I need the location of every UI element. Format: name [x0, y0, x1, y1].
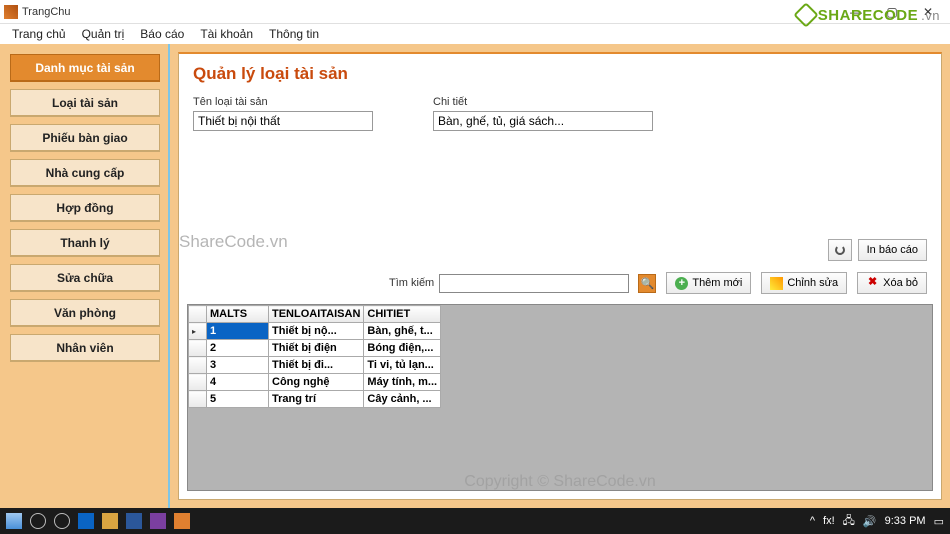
app-taskbar-icon[interactable] — [174, 513, 190, 529]
table-row[interactable]: 1 Thiết bị nộ... Bàn, ghế, t... — [189, 323, 441, 340]
ten-loai-input[interactable] — [193, 111, 373, 131]
edge-icon[interactable] — [78, 513, 94, 529]
col-tenloai[interactable]: TENLOAITAISAN — [269, 306, 364, 323]
sidebar-item-nhan-vien[interactable]: Nhân viên — [10, 334, 160, 362]
menu-report[interactable]: Báo cáo — [134, 26, 190, 42]
sidebar-item-thanh-ly[interactable]: Thanh lý — [10, 229, 160, 257]
col-malts[interactable]: MALTS — [207, 306, 269, 323]
plus-icon: + — [675, 277, 688, 290]
row-indicator — [189, 323, 207, 340]
explorer-icon[interactable] — [102, 513, 118, 529]
cortana-icon[interactable] — [30, 513, 46, 529]
window-title: TrangChu — [22, 6, 838, 18]
menu-account[interactable]: Tài khoản — [194, 26, 259, 42]
table-row[interactable]: 4 Công nghệ Máy tính, m... — [189, 374, 441, 391]
ten-loai-label: Tên loại tài sản — [193, 96, 373, 108]
menu-home[interactable]: Trang chủ — [6, 26, 72, 42]
tray-volume-icon[interactable]: 🔊 — [863, 515, 877, 528]
menu-info[interactable]: Thông tin — [263, 26, 325, 42]
edit-button[interactable]: Chỉnh sửa — [761, 272, 847, 294]
word-icon[interactable] — [126, 513, 142, 529]
sidebar-item-sua-chua[interactable]: Sửa chữa — [10, 264, 160, 292]
col-chitiet[interactable]: CHITIET — [364, 306, 441, 323]
menu-admin[interactable]: Quản trị — [76, 26, 131, 42]
app-icon — [4, 5, 18, 19]
start-button[interactable] — [6, 513, 22, 529]
taskbar[interactable]: ^ fx! 🖧 🔊 9:33 PM ▭ — [0, 508, 950, 534]
table-row[interactable]: 5 Trang trí Cây cảnh, ... — [189, 391, 441, 408]
watermark-text: ShareCode.vn — [179, 232, 288, 252]
delete-icon: ✖ — [866, 277, 879, 290]
tray-time[interactable]: 9:33 PM — [885, 515, 926, 527]
page-title: Quản lý loại tài sản — [179, 54, 941, 88]
sidebar-item-danh-muc[interactable]: Danh mục tài sản — [10, 54, 160, 82]
sidebar-item-van-phong[interactable]: Văn phòng — [10, 299, 160, 327]
sidebar-item-nha-cung-cap[interactable]: Nhà cung cấp — [10, 159, 160, 187]
chitiet-input[interactable] — [433, 111, 653, 131]
delete-button[interactable]: ✖Xóa bỏ — [857, 272, 927, 294]
refresh-button[interactable] — [828, 239, 852, 261]
sharecode-logo: SHARECODE.vn — [797, 6, 940, 24]
tray-up-icon[interactable]: ^ — [810, 515, 815, 527]
copyright-watermark: Copyright © ShareCode.vn — [464, 473, 655, 491]
main-panel: Quản lý loại tài sản Tên loại tài sản Ch… — [178, 52, 942, 500]
search-input[interactable] — [439, 274, 629, 293]
menu-bar: Trang chủ Quản trị Báo cáo Tài khoản Thô… — [0, 24, 950, 44]
chitiet-label: Chi tiết — [433, 96, 653, 108]
edit-icon — [770, 277, 783, 290]
refresh-icon — [835, 245, 845, 255]
tray-notifications-icon[interactable]: ▭ — [934, 515, 944, 528]
row-header-corner — [189, 306, 207, 323]
print-report-button[interactable]: In báo cáo — [858, 239, 927, 261]
sidebar-item-hop-dong[interactable]: Hợp đồng — [10, 194, 160, 222]
tray-input-icon[interactable]: fx! — [823, 515, 835, 527]
vs-icon[interactable] — [150, 513, 166, 529]
table-header-row: MALTS TENLOAITAISAN CHITIET — [189, 306, 441, 323]
taskview-icon[interactable] — [54, 513, 70, 529]
table-row[interactable]: 3 Thiết bị đi... Ti vi, tủ lạn... — [189, 357, 441, 374]
logo-icon — [793, 2, 818, 27]
sidebar-item-loai-tai-san[interactable]: Loại tài sản — [10, 89, 160, 117]
search-label: Tìm kiếm — [389, 277, 434, 289]
sidebar: Danh mục tài sản Loại tài sản Phiếu bàn … — [0, 44, 170, 508]
sidebar-item-phieu-ban-giao[interactable]: Phiếu bàn giao — [10, 124, 160, 152]
table-row[interactable]: 2 Thiết bị điện Bóng điện,... — [189, 340, 441, 357]
tray-network-icon[interactable]: 🖧 — [843, 512, 855, 531]
search-button[interactable]: 🔍 — [638, 274, 656, 293]
data-grid[interactable]: MALTS TENLOAITAISAN CHITIET 1 Thiết bị n… — [187, 304, 933, 491]
add-button[interactable]: +Thêm mới — [666, 272, 751, 294]
